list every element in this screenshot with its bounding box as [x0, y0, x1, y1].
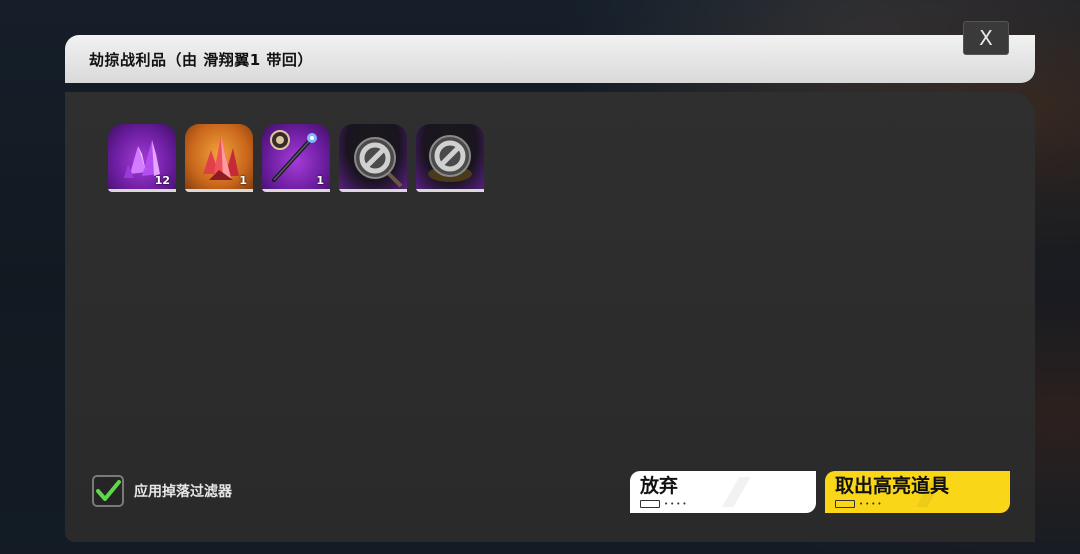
button-decoration — [716, 477, 756, 507]
item-underline — [108, 189, 176, 192]
loot-item-list: 12 1 1 — [108, 124, 484, 192]
key-hint-dots: •••• — [859, 500, 884, 508]
blocked-magnifier-icon — [354, 137, 403, 188]
loot-item-purple-crystal[interactable]: 12 — [108, 124, 176, 192]
loot-item-blocked-2[interactable] — [416, 124, 484, 192]
item-underline — [339, 189, 407, 192]
loot-item-staff[interactable]: 1 — [262, 124, 330, 192]
item-underline — [185, 189, 253, 192]
close-button[interactable]: X — [963, 21, 1009, 55]
dialog-title: 劫掠战利品（由 滑翔翼1 带回） — [89, 51, 313, 69]
take-highlighted-items-button[interactable]: 取出高亮道具 •••• — [825, 471, 1010, 513]
key-hint-icon — [835, 500, 855, 508]
loot-item-blocked-1[interactable] — [339, 124, 407, 192]
drop-filter-label: 应用掉落过滤器 — [134, 484, 232, 500]
item-count: 1 — [239, 174, 247, 187]
item-count: 1 — [316, 174, 324, 187]
blocked-item-icon — [428, 135, 472, 182]
dialog-header: 劫掠战利品（由 滑翔翼1 带回） — [65, 35, 1035, 83]
checkmark-icon — [96, 480, 121, 501]
loot-panel: 12 1 1 应用掉落过滤器 放弃 •••• 取出高亮道具 •••• — [65, 92, 1035, 542]
key-hint-icon — [640, 500, 660, 508]
key-hint-dots: •••• — [664, 500, 689, 508]
button-decoration — [910, 477, 950, 507]
item-underline — [262, 189, 330, 192]
abandon-button[interactable]: 放弃 •••• — [630, 471, 816, 513]
loot-item-red-crystal[interactable]: 1 — [185, 124, 253, 192]
drop-filter-toggle[interactable]: 应用掉落过滤器 — [92, 475, 232, 507]
drop-filter-checkbox[interactable] — [92, 475, 124, 507]
item-count: 12 — [154, 174, 170, 187]
item-underline — [416, 189, 484, 192]
